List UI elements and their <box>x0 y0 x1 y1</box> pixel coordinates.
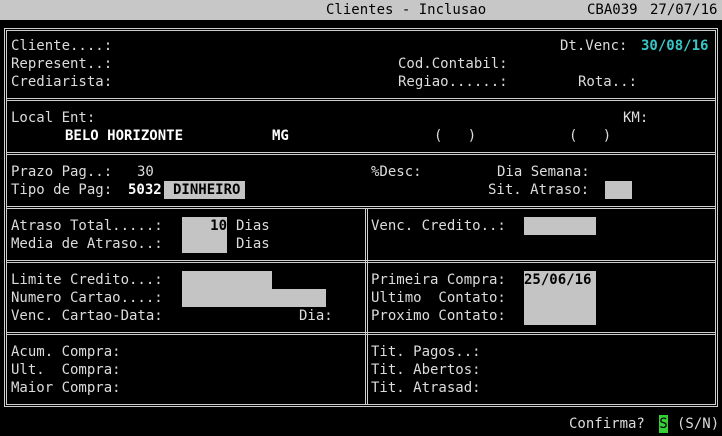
maiorcompra-label: Maior Compra: <box>11 380 121 396</box>
frame-top-inner <box>6 30 716 31</box>
divider-1b <box>6 100 716 101</box>
dtvenc-value[interactable]: 30/08/16 <box>641 37 708 55</box>
dia-label: Dia: <box>299 308 333 324</box>
ultimocontato-field[interactable] <box>524 289 596 307</box>
limitecredito-label: Limite Credito...: <box>11 272 163 288</box>
venccredito-label: Venc. Credito..: <box>371 218 506 234</box>
frame-left-outer <box>4 28 5 407</box>
tipopag-desc-field[interactable]: DINHEIRO <box>164 181 245 199</box>
venccartao-label: Venc. Cartao-Data: <box>11 308 163 324</box>
confirma-options: (S/N) <box>677 416 720 432</box>
mediaatraso-field[interactable] <box>182 235 227 253</box>
km-label: KM: <box>623 110 649 126</box>
primeiracompra-field[interactable]: 25/06/16 <box>524 271 596 289</box>
state-value: MG <box>272 128 289 144</box>
limitecredito-field[interactable] <box>182 271 272 289</box>
confirma-input[interactable]: S <box>659 415 668 433</box>
divider-3b <box>6 208 716 209</box>
window-title: Clientes - Inclusao <box>326 2 487 18</box>
paren-field-2[interactable]: ( ) <box>569 127 611 145</box>
frame-right-inner <box>715 30 716 405</box>
confirma-label: Confirma? <box>569 416 645 432</box>
atrasototal-field[interactable]: 10 <box>182 217 227 235</box>
atrasototal-label: Atraso Total.....: <box>11 218 163 234</box>
vertical-divider-b <box>367 208 368 405</box>
divider-1 <box>6 98 716 99</box>
diasemana-label: Dia Semana: <box>497 164 590 180</box>
dias-label-1: Dias <box>236 218 270 234</box>
acumcompra-label: Acum. Compra: <box>11 344 121 360</box>
divider-2 <box>6 152 716 153</box>
vertical-divider <box>365 208 366 405</box>
dias-label-2: Dias <box>236 236 270 252</box>
divider-4b <box>6 262 716 263</box>
divider-5 <box>6 332 716 333</box>
prazo-value[interactable]: 30 <box>137 163 154 181</box>
frame-top-outer <box>4 28 718 29</box>
divider-3 <box>6 206 716 207</box>
regiao-label: Regiao......: <box>398 74 508 90</box>
tipopag-label: Tipo de Pag: <box>11 182 113 198</box>
titabertos-label: Tit. Abertos: <box>371 362 481 378</box>
divider-2b <box>6 154 716 155</box>
frame-right-outer <box>717 28 718 407</box>
proximocontato-label: Proximo Contato: <box>371 308 506 324</box>
codcontabil-label: Cod.Contabil: <box>398 56 508 72</box>
sitatraso-field[interactable] <box>605 181 632 199</box>
represent-label: Represent..: <box>11 56 113 72</box>
venccredito-field[interactable] <box>524 217 596 235</box>
sitatraso-label: Sit. Atraso: <box>488 182 590 198</box>
localent-label: Local Ent: <box>11 110 96 126</box>
frame-bottom-inner <box>6 404 716 405</box>
prazo-label: Prazo Pag..: <box>11 164 113 180</box>
ultimocontato-label: Ultimo Contato: <box>371 290 506 306</box>
tipopag-code[interactable]: 5032 <box>128 181 162 199</box>
ultcompra-label: Ult. Compra: <box>11 362 121 378</box>
numerocartao-field[interactable] <box>182 289 326 307</box>
divider-5b <box>6 334 716 335</box>
frame-left-inner <box>6 30 7 405</box>
mediaatraso-label: Media de Atraso..: <box>11 236 163 252</box>
rota-label: Rota..: <box>578 74 638 90</box>
numerocartao-label: Numero Cartao....: <box>11 290 163 306</box>
desc-label: %Desc: <box>371 164 422 180</box>
divider-4 <box>6 260 716 261</box>
titpagos-label: Tit. Pagos..: <box>371 344 481 360</box>
frame-bottom-outer <box>4 406 718 407</box>
header-date: 27/07/16 <box>650 2 718 18</box>
dtvenc-label: Dt.Venc: <box>560 38 628 54</box>
title-bar: Clientes - Inclusao CBA039 27/07/16 <box>0 0 722 20</box>
cliente-label: Cliente....: <box>11 38 113 54</box>
titatrasad-label: Tit. Atrasad: <box>371 380 481 396</box>
city-value: BELO HORIZONTE <box>65 128 184 144</box>
program-code: CBA039 <box>587 2 638 18</box>
paren-field-1[interactable]: ( ) <box>434 127 476 145</box>
crediarista-label: Crediarista: <box>11 74 113 90</box>
proximocontato-field[interactable] <box>524 307 596 325</box>
primeiracompra-label: Primeira Compra: <box>371 272 506 288</box>
